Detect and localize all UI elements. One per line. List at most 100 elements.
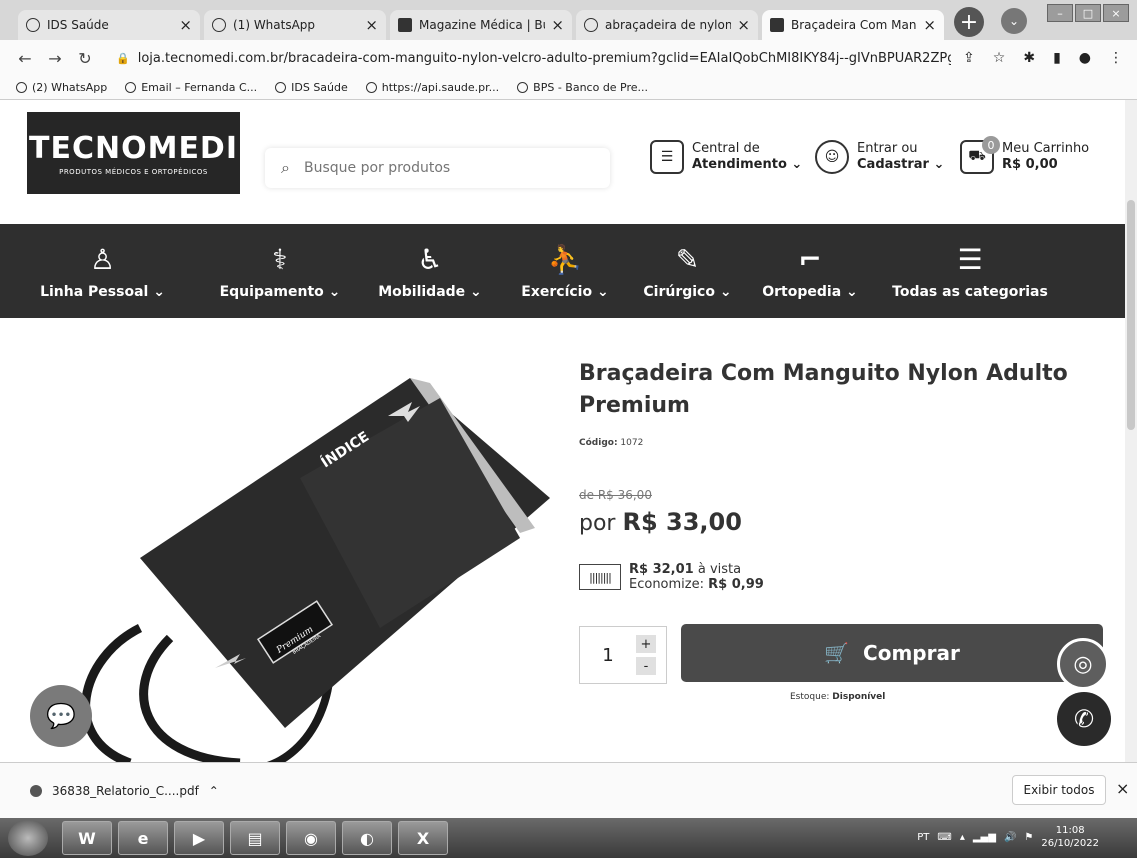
google-icon (584, 18, 598, 32)
reload-icon[interactable]: ↻ (74, 49, 96, 68)
bookmark-label: https://api.saude.pr... (381, 81, 500, 94)
buy-label: Comprar (863, 641, 960, 665)
stock-value: Disponível (832, 692, 886, 702)
quantity-decrease-button[interactable]: - (636, 657, 656, 675)
start-button[interactable] (8, 820, 48, 856)
chevron-up-icon[interactable]: ⌃ (209, 784, 219, 798)
search-icon[interactable]: ⌕ (281, 158, 290, 178)
taskbar-explorer[interactable]: ▤ (230, 821, 280, 855)
instagram-button[interactable]: ◎ (1057, 638, 1109, 690)
login-line2: Cadastrar ⌄ (857, 157, 945, 172)
forward-arrow-icon[interactable]: → (44, 49, 66, 68)
bookmark-bps[interactable]: BPS - Banco de Pre... (517, 81, 648, 94)
person-icon: ♙ (89, 242, 116, 276)
taskbar-media[interactable]: ▶ (174, 821, 224, 855)
bookmark-email[interactable]: Email – Fernanda C... (125, 81, 257, 94)
support-link[interactable]: ☰ Central de Atendimento ⌄ (650, 140, 802, 174)
whatsapp-icon: ✆ (1073, 705, 1095, 733)
star-icon[interactable]: ☆ (993, 50, 1006, 66)
cart-link[interactable]: ⛟ 0 Meu Carrinho R$ 0,00 (960, 136, 1089, 174)
close-download-bar-icon[interactable]: × (1116, 779, 1129, 798)
bookmark-api-saude[interactable]: https://api.saude.pr... (365, 81, 500, 94)
minimize-button[interactable]: – (1047, 4, 1073, 22)
share-icon[interactable]: ⇪ (963, 50, 975, 66)
url-field[interactable]: loja.tecnomedi.com.br/bracadeira-com-man… (138, 51, 951, 66)
download-item[interactable]: 36838_Relatorio_C....pdf ⌃ (30, 784, 219, 798)
search-input[interactable] (303, 160, 584, 176)
close-icon[interactable]: × (551, 16, 564, 34)
tab-title: Braçadeira Com Manc (791, 18, 918, 32)
close-icon[interactable]: × (179, 16, 192, 34)
bookmarks-bar: (2) WhatsApp Email – Fernanda C... IDS S… (0, 76, 1137, 100)
show-all-downloads-button[interactable]: Exibir todos (1012, 775, 1106, 805)
quantity-increase-button[interactable]: + (636, 635, 656, 653)
extensions-icon[interactable]: ✱ (1023, 50, 1035, 66)
flag-icon[interactable]: ⚑ (1024, 832, 1033, 843)
taskbar-chrome[interactable]: ◉ (286, 821, 336, 855)
chat-support-icon: ☰ (650, 140, 684, 174)
tab-ids-saude[interactable]: IDS Saúde × (18, 10, 200, 40)
back-arrow-icon[interactable]: ← (14, 49, 36, 68)
language-indicator[interactable]: PT (917, 832, 929, 843)
bookmark-ids-saude[interactable]: IDS Saúde (275, 81, 348, 94)
stock-status: Estoque: Disponível (790, 692, 885, 702)
tab-whatsapp[interactable]: (1) WhatsApp × (204, 10, 386, 40)
address-bar: ← → ↻ 🔒 loja.tecnomedi.com.br/bracadeira… (0, 40, 1137, 76)
chat-bubble-icon: 💬 (46, 702, 76, 730)
category-label: Exercício ⌄ (521, 284, 609, 300)
globe-icon (26, 18, 40, 32)
sidebar-icon[interactable]: ▮ (1053, 50, 1061, 66)
taskbar-word[interactable]: W (62, 821, 112, 855)
quantity-input[interactable]: 1 (580, 645, 636, 666)
whatsapp-button[interactable]: ✆ (1057, 692, 1111, 746)
close-icon[interactable]: × (737, 16, 750, 34)
taskbar-ie[interactable]: e (118, 821, 168, 855)
pdf-file-icon (30, 784, 42, 797)
savings-label: Economize: (629, 577, 704, 592)
instagram-icon: ◎ (1073, 651, 1093, 677)
tab-bracadeira[interactable]: Braçadeira Com Manc × (762, 10, 944, 40)
maximize-button[interactable]: □ (1075, 4, 1101, 22)
login-link[interactable]: ☺ Entrar ou Cadastrar ⌄ (815, 140, 944, 174)
close-icon[interactable]: × (365, 16, 378, 34)
category-exercicio[interactable]: ⛹ Exercício ⌄ (505, 224, 625, 318)
old-price: de R$ 36,00 (579, 488, 652, 502)
new-tab-button[interactable]: + (954, 7, 984, 37)
scrollbar-thumb[interactable] (1127, 200, 1135, 430)
taskbar-firefox[interactable]: ◐ (342, 821, 392, 855)
bookmark-label: IDS Saúde (291, 81, 348, 94)
tab-magazine-medica[interactable]: Magazine Médica | Bu × (390, 10, 572, 40)
download-bar: 36838_Relatorio_C....pdf ⌃ Exibir todos … (0, 762, 1137, 818)
taskbar-excel[interactable]: X (398, 821, 448, 855)
category-label: Todas as categorias (892, 284, 1048, 300)
keyboard-icon[interactable]: ⌨ (937, 832, 951, 843)
clock[interactable]: 11:08 26/10/2022 (1041, 824, 1099, 850)
category-label: Linha Pessoal ⌄ (40, 284, 165, 300)
kebab-menu-icon[interactable]: ⋮ (1109, 50, 1123, 66)
bookmark-whatsapp[interactable]: (2) WhatsApp (16, 81, 107, 94)
support-line1: Central de (692, 141, 760, 156)
tab-search-button[interactable]: ⌄ (1001, 8, 1027, 34)
logo-brand: TECNOMEDI (29, 130, 238, 166)
live-chat-button[interactable]: 💬 (30, 685, 92, 747)
category-equipamento[interactable]: ⚕ Equipamento ⌄ (205, 224, 355, 318)
lock-icon[interactable]: 🔒 (116, 52, 130, 65)
category-cirurgico[interactable]: ✎ Cirúrgico ⌄ (625, 224, 750, 318)
tab-google-search[interactable]: abraçadeira de nylon × (576, 10, 758, 40)
profile-icon[interactable]: ● (1079, 50, 1091, 66)
category-mobilidade[interactable]: ♿ Mobilidade ⌄ (355, 224, 505, 318)
buy-button[interactable]: 🛒 Comprar (681, 624, 1103, 682)
whatsapp-icon (16, 82, 27, 93)
category-ortopedia[interactable]: ⌐ Ortopedia ⌄ (750, 224, 870, 318)
page-scrollbar[interactable] (1125, 100, 1137, 762)
category-todas[interactable]: ☰ Todas as categorias (870, 224, 1070, 318)
product-image[interactable]: ÍNDICE Premium BRAÇADEIRA (20, 358, 565, 768)
category-linha-pessoal[interactable]: ♙ Linha Pessoal ⌄ (0, 224, 205, 318)
close-window-button[interactable]: × (1103, 4, 1129, 22)
tray-arrow-icon[interactable]: ▴ (960, 832, 965, 843)
cash-price: R$ 32,01 (629, 562, 694, 577)
network-icon[interactable]: ▂▄▆ (973, 832, 996, 843)
close-icon[interactable]: × (923, 16, 936, 34)
site-logo[interactable]: TECNOMEDI PRODUTOS MÉDICOS E ORTOPÉDICOS (27, 112, 240, 194)
volume-icon[interactable]: 🔊 (1004, 832, 1016, 843)
